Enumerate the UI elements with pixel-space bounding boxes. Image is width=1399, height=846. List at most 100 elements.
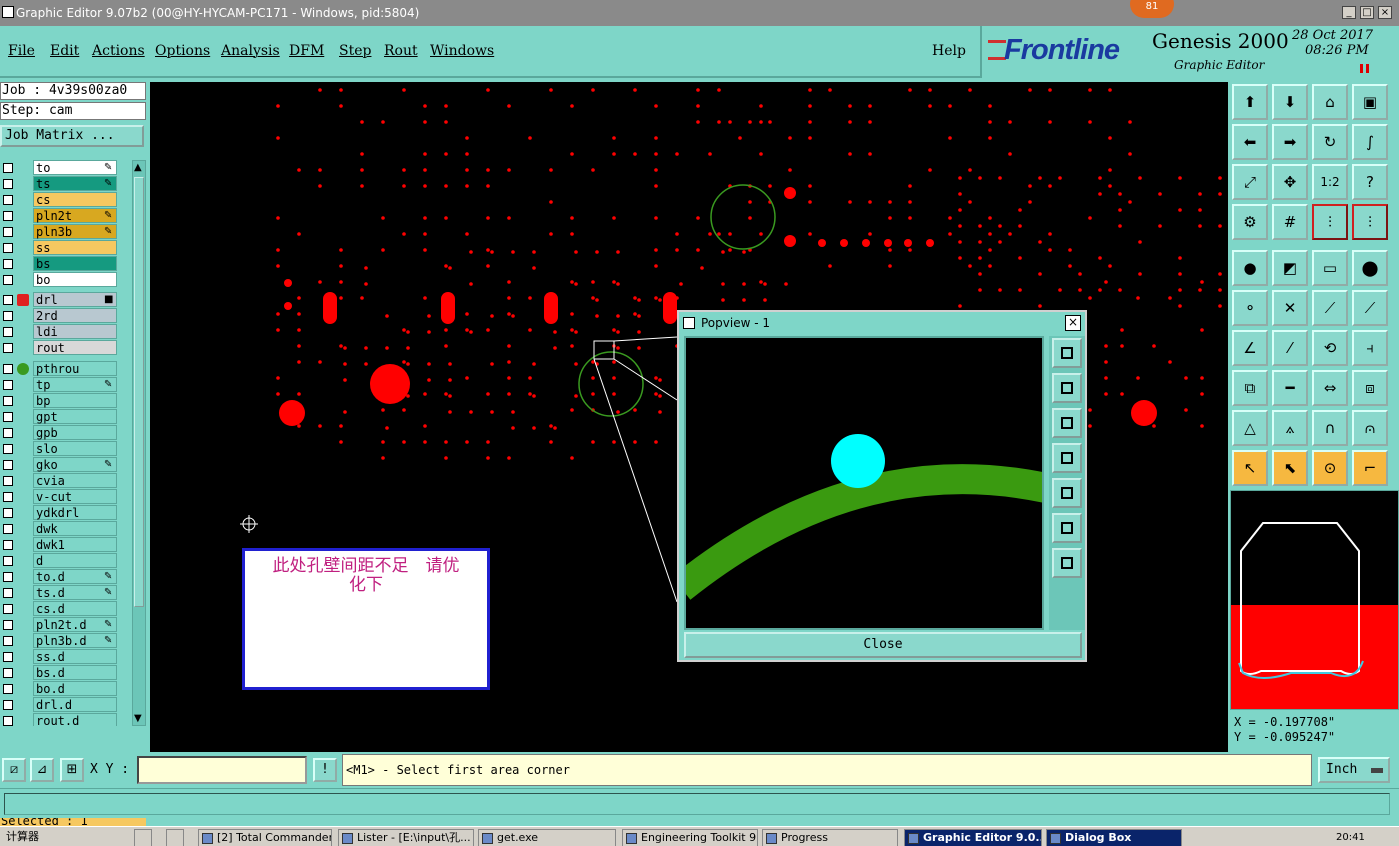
zoom-center-tool-button[interactable]: ✥ [1272, 164, 1308, 200]
layer-row-pln3b-d[interactable]: pln3b.d ✎ [0, 633, 132, 649]
arch-tool-button[interactable]: ∩ [1312, 410, 1348, 446]
layer-name[interactable]: cs [33, 192, 117, 207]
layer-row-pln3b[interactable]: pln3b ✎ [0, 224, 132, 240]
line-tool-button[interactable]: ━ [1272, 370, 1308, 406]
layer-row-ydkdrl[interactable]: ydkdrl [0, 505, 132, 521]
layer-checkbox[interactable] [3, 227, 13, 237]
line-point-tool-button[interactable]: ⟋ [1312, 290, 1348, 326]
taskbar-task[interactable]: Progress [762, 829, 898, 846]
layer-name[interactable]: ss.d [33, 649, 117, 664]
arch2-tool-button[interactable]: ⩀ [1352, 410, 1388, 446]
title-bar[interactable]: Graphic Editor 9.07b2 (00@HY-HYCAM-PC171… [0, 0, 1399, 26]
taskbar-task[interactable]: Engineering Toolkit 9... [622, 829, 758, 846]
layer-name[interactable]: gpt [33, 409, 117, 424]
layer-row-gpt[interactable]: gpt [0, 409, 132, 425]
menu-dfm[interactable]: DFM [289, 43, 324, 59]
menu-options[interactable]: Options [155, 43, 210, 59]
scale-1-2-tool-button[interactable]: 1:2 [1312, 164, 1348, 200]
layer-name[interactable]: ldi [33, 324, 117, 339]
layer-checkbox[interactable] [3, 396, 13, 406]
layer-checkbox[interactable] [3, 460, 13, 470]
popview-close-button[interactable]: Close [684, 632, 1082, 658]
layer-row-rout[interactable]: rout [0, 340, 132, 356]
route-tool-button[interactable]: ⌐ [1352, 450, 1388, 486]
redraw-tool-button[interactable]: ↻ [1312, 124, 1348, 160]
layer-checkbox[interactable] [3, 556, 13, 566]
layer-checkbox[interactable] [3, 211, 13, 221]
layer-checkbox[interactable] [3, 295, 13, 305]
layer-row-v-cut[interactable]: v-cut [0, 489, 132, 505]
measure-tool-button[interactable]: ⇔ [1312, 370, 1348, 406]
units-select[interactable]: Inch [1318, 757, 1390, 783]
layer-name[interactable]: cvia [33, 473, 117, 488]
menu-actions[interactable]: Actions [92, 43, 145, 59]
layer-checkbox[interactable] [3, 163, 13, 173]
close-window-button[interactable]: × [1378, 6, 1392, 19]
help-tool-button[interactable]: ? [1352, 164, 1388, 200]
layer-row-bs[interactable]: bs [0, 256, 132, 272]
node-tool-button[interactable]: ⚬ [1232, 290, 1268, 326]
popview-window[interactable]: Popview - 1 × Close [677, 310, 1087, 662]
pan-up-tool-button[interactable]: ⬆ [1232, 84, 1268, 120]
layer-checkbox[interactable] [3, 684, 13, 694]
layer-row-tp[interactable]: tp ✎ [0, 377, 132, 393]
layer-checkbox[interactable] [3, 275, 13, 285]
layer-checkbox[interactable] [3, 668, 13, 678]
dot-tool-button[interactable]: ⬤ [1352, 250, 1388, 286]
zoom-select-icon[interactable]: ⧄ [2, 758, 26, 782]
connect-tool-button[interactable]: ⫶ [1312, 204, 1348, 240]
layer-name[interactable]: gpb [33, 425, 117, 440]
pan-up-button[interactable] [1052, 373, 1082, 403]
pan-right-button[interactable] [1052, 478, 1082, 508]
connect2-tool-button[interactable]: ⫶ [1352, 204, 1388, 240]
layer-row-ts-d[interactable]: ts.d ✎ [0, 585, 132, 601]
layer-name[interactable]: bo.d [33, 681, 117, 696]
layer-name[interactable]: d [33, 553, 117, 568]
pause-icon[interactable] [1360, 64, 1369, 73]
layer-row-d[interactable]: d [0, 553, 132, 569]
popview-close-icon[interactable]: × [1065, 315, 1081, 331]
layer-row-drl-d[interactable]: drl.d [0, 697, 132, 713]
layer-checkbox[interactable] [3, 259, 13, 269]
layer-row-bp[interactable]: bp [0, 393, 132, 409]
layer-checkbox[interactable] [3, 380, 13, 390]
menu-windows[interactable]: Windows [430, 43, 494, 59]
layer-name[interactable]: drl.d [33, 697, 117, 712]
layer-checkbox[interactable] [3, 476, 13, 486]
xy-input[interactable] [137, 756, 307, 784]
menu-rout[interactable]: Rout [384, 43, 418, 59]
layer-checkbox[interactable] [3, 243, 13, 253]
layer-checkbox[interactable] [3, 327, 13, 337]
layer-name[interactable]: rout.d [33, 713, 117, 726]
layer-name[interactable]: ydkdrl [33, 505, 117, 520]
taskbar-task[interactable]: Dialog Box [1046, 829, 1182, 846]
layer-row-ts[interactable]: ts ✎ [0, 176, 132, 192]
angle-tool-button[interactable]: ∠ [1232, 330, 1268, 366]
zoom-fit-button[interactable] [1052, 513, 1082, 543]
zoom-box-tool-button[interactable]: ▣ [1352, 84, 1388, 120]
pan-down-button[interactable] [1052, 408, 1082, 438]
arc-tool-button[interactable]: ⟲ [1312, 330, 1348, 366]
grid-snap-icon[interactable]: ⊞ [60, 758, 84, 782]
layer-checkbox[interactable] [3, 508, 13, 518]
layer-name[interactable]: ss [33, 240, 117, 255]
layer-row-pthrou[interactable]: pthrou [0, 361, 132, 377]
layer-checkbox[interactable] [3, 428, 13, 438]
layer-row-ss-d[interactable]: ss.d [0, 649, 132, 665]
layer-checkbox[interactable] [3, 343, 13, 353]
layer-row-cs-d[interactable]: cs.d [0, 601, 132, 617]
popview-viewport[interactable] [684, 336, 1044, 630]
pad-add-tool-button[interactable]: ● [1232, 250, 1268, 286]
layer-checkbox[interactable] [3, 652, 13, 662]
annotation-note[interactable]: 此处孔壁间距不足 请优 化下 [242, 548, 490, 690]
layer-row-pln2t[interactable]: pln2t ✎ [0, 208, 132, 224]
mirror-tool-button[interactable]: ⫞ [1352, 330, 1388, 366]
notification-badge[interactable]: 81 [1130, 0, 1174, 18]
menu-edit[interactable]: Edit [50, 43, 79, 59]
pan-left-button[interactable] [1052, 443, 1082, 473]
triangle-tool-button[interactable]: △ [1232, 410, 1268, 446]
layer-row-drl[interactable]: drl ■ [0, 292, 132, 308]
scroll-down-icon[interactable]: ▼ [134, 713, 142, 725]
scroll-thumb[interactable] [134, 177, 144, 607]
menu-help[interactable]: Help [932, 43, 966, 59]
